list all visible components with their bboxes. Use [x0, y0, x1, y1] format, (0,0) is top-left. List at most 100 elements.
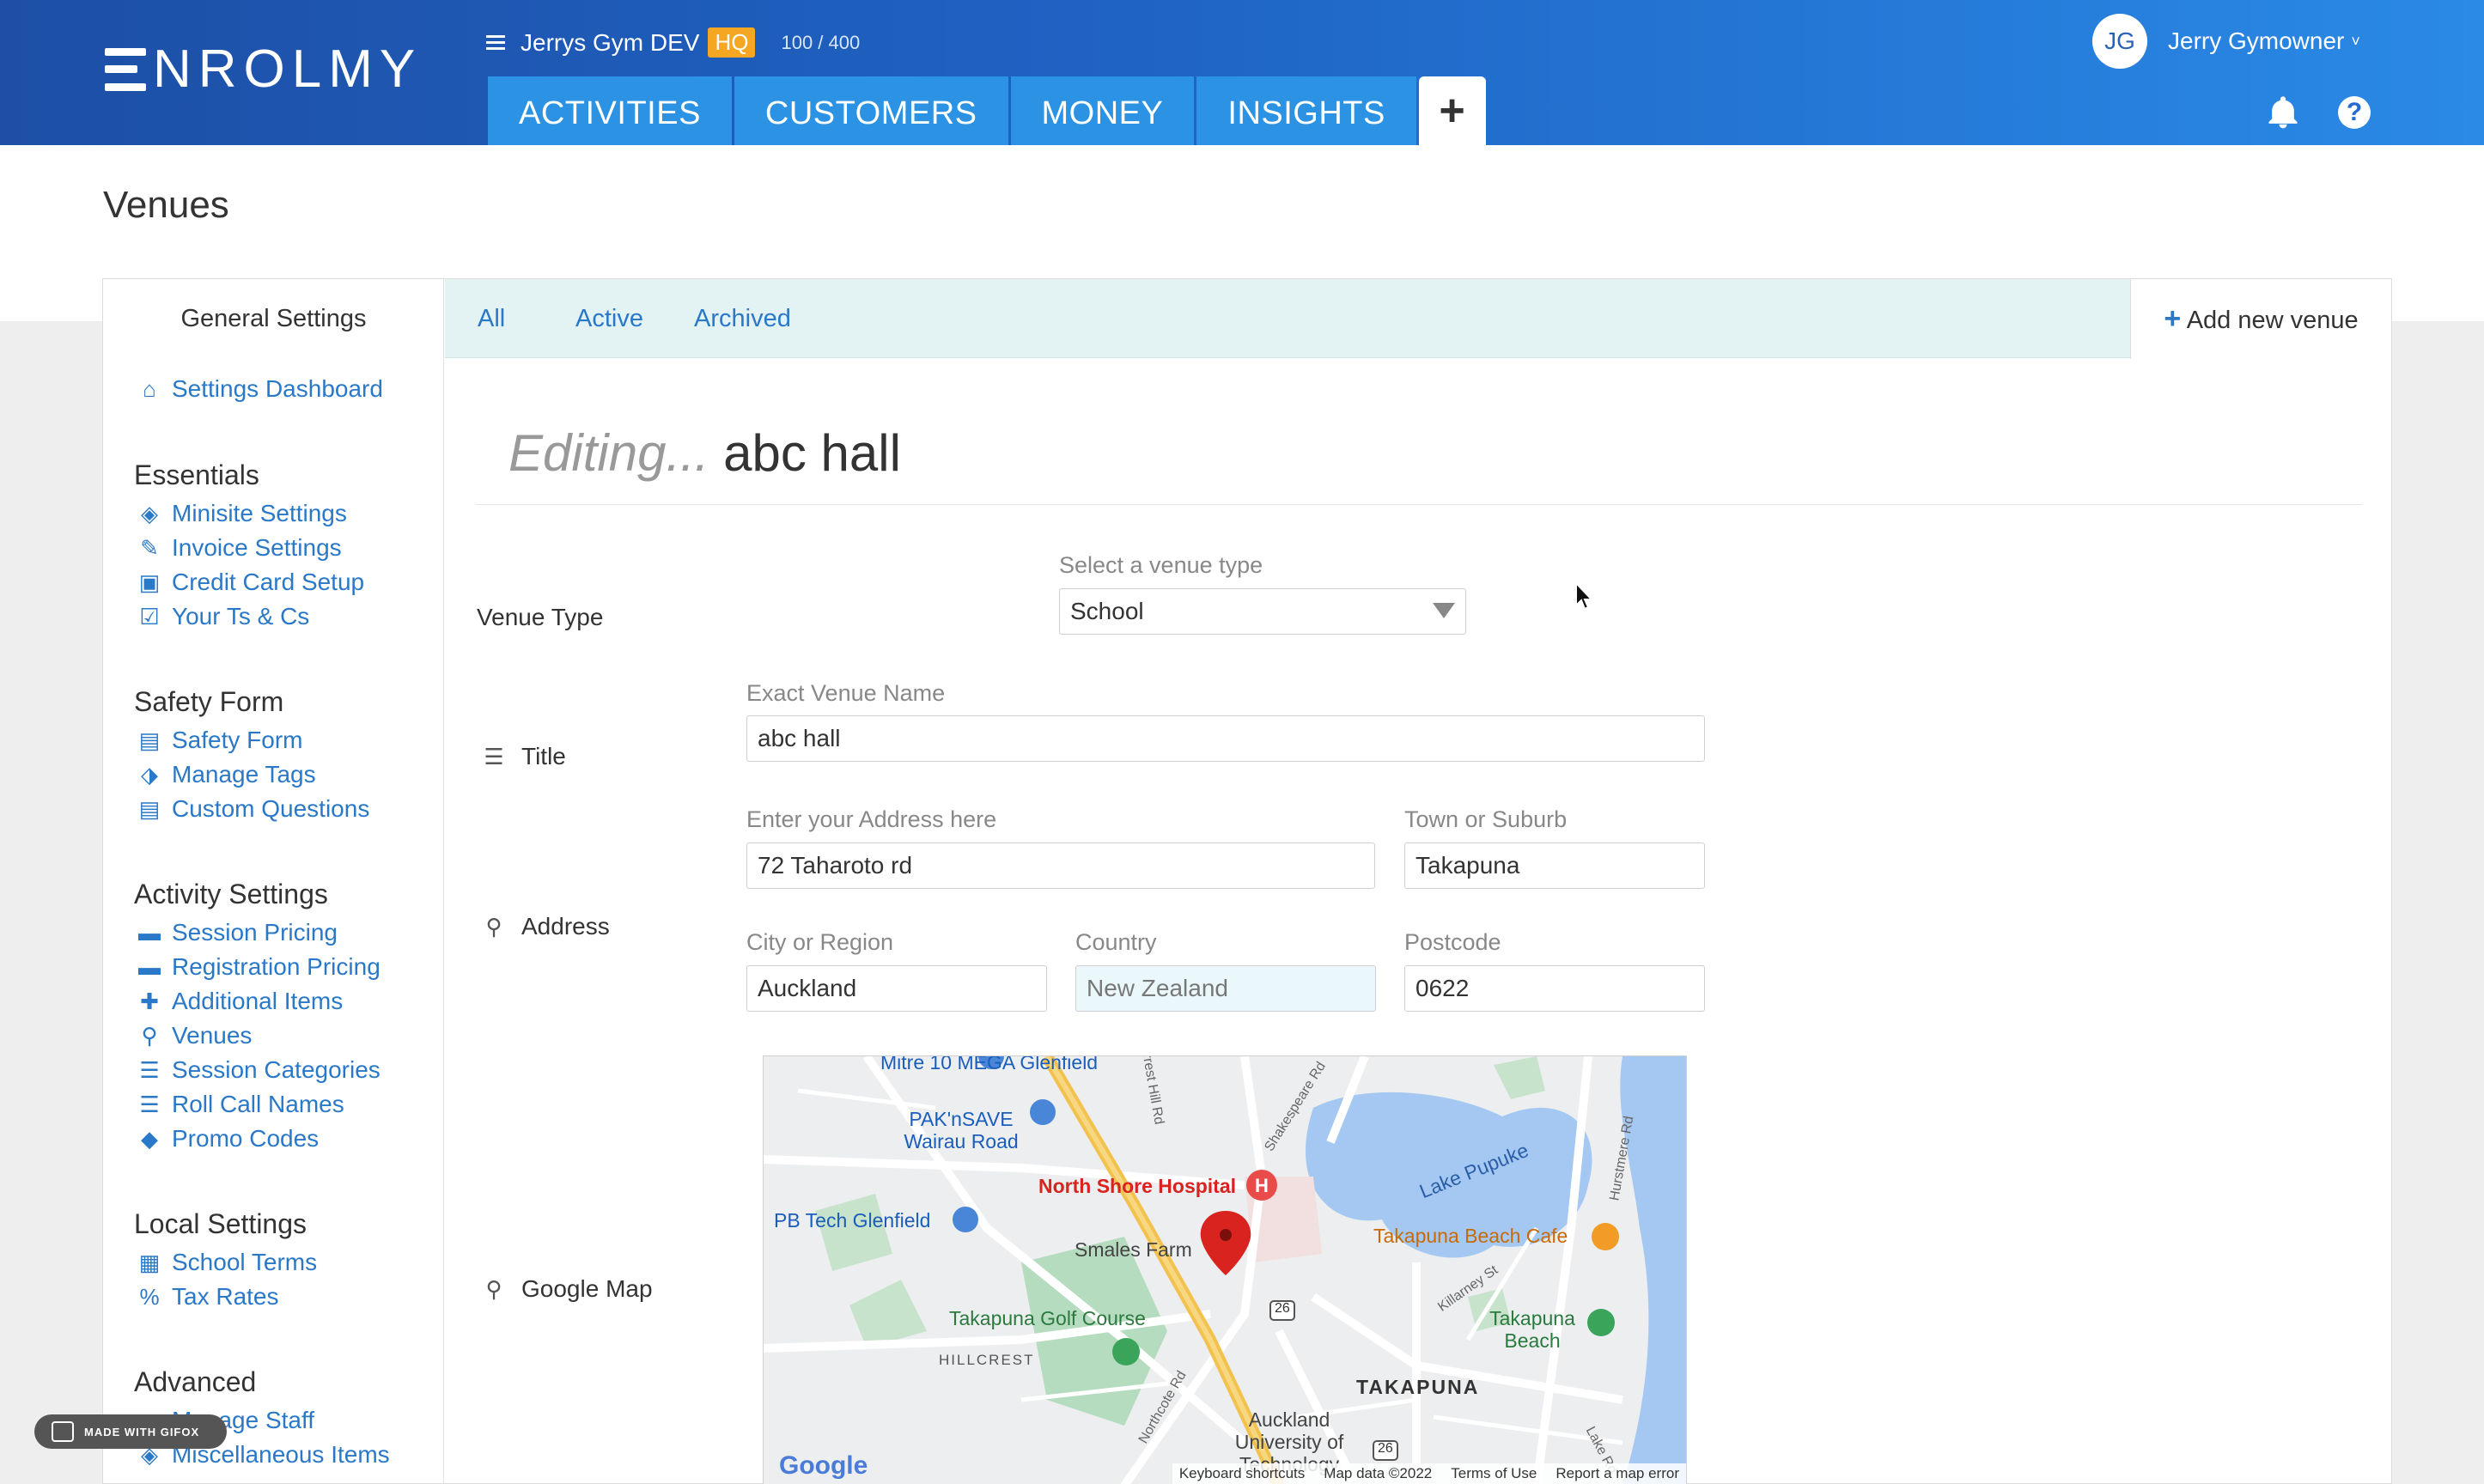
postcode-input[interactable]: 0622 [1404, 965, 1705, 1012]
sidebar-section-activity-settings: Activity Settings [134, 879, 328, 909]
sidebar-item-settings-dashboard[interactable]: ⌂ Settings Dashboard [137, 375, 383, 403]
heading-divider [476, 504, 2362, 505]
ticket-icon: ◆ [141, 1125, 158, 1152]
terms-of-use-link[interactable]: Terms of Use [1451, 1465, 1537, 1482]
sidebar-section-advanced: Advanced [134, 1366, 257, 1397]
tab-activities[interactable]: ACTIVITIES [488, 76, 732, 145]
venue-type-hint: Select a venue type [1059, 552, 1263, 578]
sidebar-item-label: Tax Rates [172, 1283, 279, 1310]
user-avatar: JG [2092, 14, 2147, 69]
chevron-down-icon [1433, 603, 1455, 618]
map-label-paknsave: PAK'nSAVE Wairau Road [904, 1108, 1019, 1153]
sidebar-item-label: Custom Questions [172, 795, 370, 822]
sidebar-section-safety-form: Safety Form [134, 686, 284, 717]
sidebar-item-promo-codes[interactable]: ◆ Promo Codes [137, 1125, 319, 1153]
logo-text: NROLMY [153, 40, 423, 99]
address-label-text: Address [521, 913, 610, 940]
title-label-text: Title [521, 743, 566, 769]
gifox-icon [52, 1421, 74, 1442]
sidebar-item-invoice-settings[interactable]: ✎ Invoice Settings [137, 534, 342, 562]
town-label: Town or Suburb [1404, 806, 1568, 832]
sidebar-section-local-settings: Local Settings [134, 1208, 307, 1239]
editing-heading: Editing... abc hall [508, 423, 901, 483]
keyboard-shortcuts-link[interactable]: Keyboard shortcuts [1179, 1465, 1305, 1482]
sidebar-item-school-terms[interactable]: ▦ School Terms [137, 1249, 317, 1276]
tab-all[interactable]: All [478, 305, 505, 333]
tags-icon: ⬗ [141, 761, 158, 788]
tab-money[interactable]: MONEY [1010, 76, 1195, 145]
help-icon[interactable]: ? [2338, 96, 2371, 129]
sidebar-item-tax-rates[interactable]: % Tax Rates [137, 1283, 279, 1311]
gifox-text: MADE WITH GIFOX [84, 1425, 200, 1438]
calendar-icon: ▦ [138, 1249, 161, 1275]
sidebar-item-ts-and-cs[interactable]: ☑ Your Ts & Cs [137, 603, 309, 630]
sidebar-item-label: Session Categories [172, 1056, 381, 1083]
user-name: Jerry Gymowner [2168, 27, 2345, 54]
map-label-beach-cafe: Takapuna Beach Cafe [1373, 1225, 1568, 1247]
sidebar-item-label: Session Pricing [172, 919, 338, 946]
sidebar-item-minisite-settings[interactable]: ◈ Minisite Settings [137, 500, 347, 527]
map-footer: Keyboard shortcuts Map data ©2022 Terms … [1172, 1463, 1686, 1484]
sidebar-item-credit-card-setup[interactable]: ▣ Credit Card Setup [137, 569, 364, 596]
sidebar-item-session-categories[interactable]: ☰ Session Categories [137, 1056, 381, 1084]
sidebar-item-registration-pricing[interactable]: ▬ Registration Pricing [137, 953, 381, 981]
report-map-error-link[interactable]: Report a map error [1556, 1465, 1679, 1482]
map-label-hospital: North Shore Hospital [1038, 1175, 1237, 1197]
map-marker-icon: ⚲ [485, 1275, 502, 1302]
bell-icon[interactable] [2264, 94, 2302, 131]
map-label-golf-course: Takapuna Golf Course [949, 1307, 1146, 1329]
cube-icon: ◈ [141, 500, 158, 526]
sidebar-item-label: Manage Tags [172, 761, 316, 788]
venue-filter-tabs: All Active Archived + Add new venue [445, 279, 2391, 359]
exact-venue-name-input[interactable]: abc hall [746, 715, 1705, 762]
user-menu[interactable]: JG Jerry Gymowner ˅ [2092, 14, 2360, 69]
add-new-venue-button[interactable]: + Add new venue [2130, 279, 2391, 359]
google-logo: Google [779, 1451, 868, 1480]
venue-type-label: Venue Type [477, 604, 603, 631]
map-label-takapuna: TAKAPUNA [1356, 1376, 1480, 1398]
sidebar-heading: General Settings [180, 305, 367, 332]
list-icon: ☰ [139, 1091, 160, 1117]
editing-venue-name: abc hall [723, 424, 901, 482]
tab-insights[interactable]: INSIGHTS [1196, 76, 1416, 145]
address-input[interactable]: 72 Taharoto rd [746, 842, 1375, 889]
sidebar-item-label: Additional Items [172, 988, 344, 1014]
sidebar-item-label: Settings Dashboard [172, 375, 383, 402]
sidebar-item-manage-tags[interactable]: ⬗ Manage Tags [137, 761, 316, 788]
google-map-label: ⚲ Google Map [482, 1275, 652, 1303]
puzzle-icon: ✚ [140, 988, 159, 1014]
sidebar-item-roll-call-names[interactable]: ☰ Roll Call Names [137, 1091, 344, 1118]
venue-type-value: School [1070, 598, 1144, 624]
sidebar-item-custom-questions[interactable]: ▤ Custom Questions [137, 795, 370, 823]
briefcase-icon: ▬ [138, 919, 161, 946]
sidebar-section-essentials: Essentials [134, 459, 259, 490]
hamburger-icon[interactable] [486, 34, 505, 51]
quota-counter: 100 / 400 [781, 31, 861, 53]
sidebar-item-additional-items[interactable]: ✚ Additional Items [137, 988, 343, 1015]
map-label-smales-farm: Smales Farm [1075, 1238, 1192, 1261]
map-data-credit: Map data ©2022 [1324, 1465, 1433, 1481]
settings-card: General Settings ⌂ Settings Dashboard Es… [102, 278, 2392, 1484]
exact-venue-name-label: Exact Venue Name [746, 680, 946, 706]
tab-active[interactable]: Active [575, 305, 643, 333]
town-input[interactable]: Takapuna [1404, 842, 1705, 889]
venue-type-select[interactable]: School [1059, 588, 1466, 635]
tab-customers[interactable]: CUSTOMERS [734, 76, 1008, 145]
google-map[interactable]: H Mitre 10 MEGA Glenfield PAK'nSAVE Wair… [763, 1055, 1687, 1484]
venue-type-label-text: Venue Type [477, 604, 604, 630]
file-icon: ▤ [138, 727, 161, 753]
tab-archived[interactable]: Archived [694, 305, 791, 333]
add-plus-tab[interactable]: + [1418, 76, 1486, 145]
page-title: Venues [103, 184, 229, 226]
sidebar-item-venues[interactable]: ⚲ Venues [137, 1022, 252, 1049]
map-label-pbtech: PB Tech Glenfield [774, 1209, 931, 1232]
country-input[interactable]: New Zealand [1075, 965, 1376, 1012]
city-input[interactable]: Auckland [746, 965, 1047, 1012]
pencil-icon: ✎ [140, 534, 159, 561]
account-switcher[interactable]: Jerrys Gym DEV HQ 100 / 400 [486, 27, 860, 58]
country-label: Country [1075, 929, 1157, 955]
sidebar-item-label: Safety Form [172, 727, 303, 753]
enrolmy-logo[interactable]: NROLMY [105, 43, 422, 96]
sidebar-item-safety-form[interactable]: ▤ Safety Form [137, 727, 303, 754]
sidebar-item-session-pricing[interactable]: ▬ Session Pricing [137, 919, 338, 946]
